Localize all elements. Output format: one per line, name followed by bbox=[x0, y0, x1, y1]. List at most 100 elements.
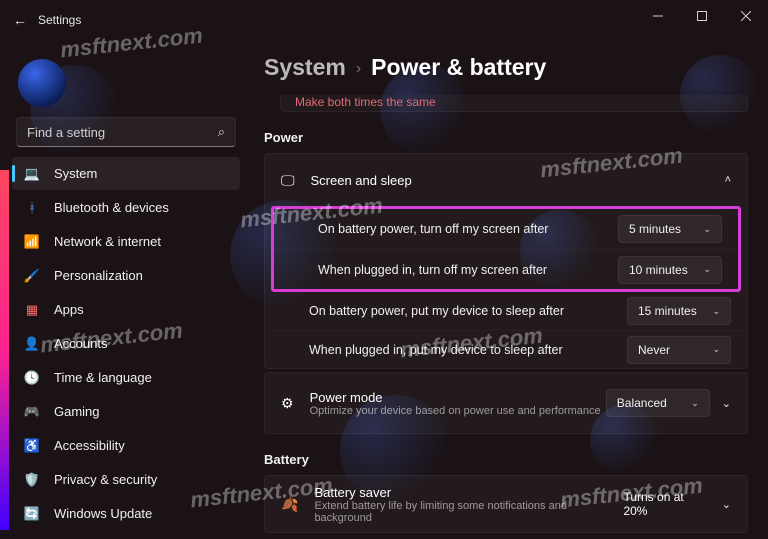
apps-icon: ▦ bbox=[24, 302, 40, 318]
avatar bbox=[18, 59, 66, 107]
chevron-down-icon: ⌄ bbox=[712, 306, 720, 317]
dropdown-value: 5 minutes bbox=[629, 222, 681, 236]
setting-label: On battery power, put my device to sleep… bbox=[309, 304, 564, 318]
battery-saver-value: Turns on at 20% bbox=[623, 490, 709, 518]
page-title: Power & battery bbox=[371, 54, 546, 81]
setting-row: On battery power, put my device to sleep… bbox=[265, 292, 747, 330]
breadcrumb-parent[interactable]: System bbox=[264, 54, 346, 81]
sidebar-item-label: Accounts bbox=[54, 336, 107, 351]
sidebar-item-accounts[interactable]: 👤 Accounts bbox=[12, 327, 240, 360]
a11y-icon: ♿ bbox=[24, 438, 40, 454]
sidebar-item-label: Personalization bbox=[54, 268, 143, 283]
breadcrumb: System › Power & battery bbox=[258, 44, 754, 95]
sidebar-item-label: System bbox=[54, 166, 97, 181]
app-title: Settings bbox=[38, 13, 81, 27]
titlebar: ← Settings bbox=[0, 0, 768, 40]
setting-label: When plugged in, put my device to sleep … bbox=[309, 343, 563, 357]
sidebar-item-label: Privacy & security bbox=[54, 472, 157, 487]
power-mode-icon: ⚙ bbox=[281, 395, 294, 412]
dropdown-value: 10 minutes bbox=[629, 263, 688, 277]
sidebar-item-label: Gaming bbox=[54, 404, 100, 419]
maximize-button[interactable] bbox=[680, 0, 724, 32]
left-column: ⌕ 💻 System ᚼ Bluetooth & devices 📶 Network & … bbox=[10, 55, 242, 531]
section-battery-label: Battery bbox=[264, 452, 754, 467]
battery-saver-header[interactable]: 🍂 Battery saver Extend battery life by l… bbox=[265, 476, 747, 532]
screen-and-sleep-card: 🖵 Screen and sleep ˄ On battery power, t… bbox=[264, 153, 748, 369]
gaming-icon: 🎮 bbox=[24, 404, 40, 420]
chevron-down-icon: ⌄ bbox=[712, 344, 720, 355]
dropdown[interactable]: 10 minutes ⌄ bbox=[618, 256, 722, 284]
chevron-right-icon: › bbox=[356, 60, 361, 78]
search-input[interactable] bbox=[27, 125, 197, 140]
chevron-down-icon: ⌄ bbox=[691, 398, 699, 409]
setting-row: When plugged in, put my device to sleep … bbox=[265, 330, 747, 368]
dropdown[interactable]: 5 minutes ⌄ bbox=[618, 215, 722, 243]
sidebar-item-label: Network & internet bbox=[54, 234, 161, 249]
sidebar-item-label: Accessibility bbox=[54, 438, 125, 453]
time-icon: 🕓 bbox=[24, 370, 40, 386]
bluetooth-icon: ᚼ bbox=[24, 200, 40, 216]
screen-icon: 🖵 bbox=[281, 172, 295, 189]
network-icon: 📶 bbox=[24, 234, 40, 250]
dropdown[interactable]: 15 minutes ⌄ bbox=[627, 297, 731, 325]
maximize-icon bbox=[697, 11, 707, 21]
main-content: System › Power & battery Make both times… bbox=[258, 44, 754, 539]
sidebar-item-time[interactable]: 🕓 Time & language bbox=[12, 361, 240, 394]
sidebar-item-a11y[interactable]: ♿ Accessibility bbox=[12, 429, 240, 462]
dropdown-value: 15 minutes bbox=[638, 304, 697, 318]
power-mode-card: ⚙ Power mode Optimize your device based … bbox=[264, 372, 748, 434]
sidebar-item-network[interactable]: 📶 Network & internet bbox=[12, 225, 240, 258]
card-title: Battery saver bbox=[314, 485, 623, 500]
close-button[interactable] bbox=[724, 0, 768, 32]
sidebar-item-privacy[interactable]: 🛡️ Privacy & security bbox=[12, 463, 240, 496]
battery-saver-card: 🍂 Battery saver Extend battery life by l… bbox=[264, 475, 748, 533]
sidebar-item-system[interactable]: 💻 System bbox=[12, 157, 240, 190]
search-box[interactable]: ⌕ bbox=[16, 117, 236, 147]
personalize-icon: 🖌️ bbox=[24, 268, 40, 284]
battery-saver-icon: 🍂 bbox=[281, 496, 298, 513]
close-icon bbox=[741, 11, 751, 21]
wallpaper-edge bbox=[0, 170, 9, 530]
card-subtitle: Optimize your device based on power use … bbox=[310, 405, 601, 417]
sidebar-item-update[interactable]: 🔄 Windows Update bbox=[12, 497, 240, 530]
highlighted-rows: On battery power, turn off my screen aft… bbox=[271, 206, 741, 292]
sidebar-item-label: Time & language bbox=[54, 370, 152, 385]
dropdown-value: Balanced bbox=[617, 396, 667, 410]
sidebar-item-label: Bluetooth & devices bbox=[54, 200, 169, 215]
chevron-down-icon: ⌄ bbox=[722, 397, 731, 410]
chevron-down-icon: ⌄ bbox=[703, 224, 711, 235]
sidebar-item-label: Apps bbox=[54, 302, 84, 317]
card-title: Power mode bbox=[310, 390, 601, 405]
link-text: Make both times the same bbox=[295, 95, 436, 109]
window-controls bbox=[636, 0, 768, 32]
setting-label: On battery power, turn off my screen aft… bbox=[318, 222, 548, 236]
chevron-down-icon: ⌄ bbox=[703, 264, 711, 275]
sidebar-item-bluetooth[interactable]: ᚼ Bluetooth & devices bbox=[12, 191, 240, 224]
section-power-label: Power bbox=[264, 130, 754, 145]
screen-and-sleep-header[interactable]: 🖵 Screen and sleep ˄ bbox=[265, 154, 747, 206]
minimize-button[interactable] bbox=[636, 0, 680, 32]
minimize-icon bbox=[653, 11, 663, 21]
chevron-down-icon: ⌄ bbox=[722, 498, 731, 511]
update-icon: 🔄 bbox=[24, 506, 40, 522]
setting-label: When plugged in, turn off my screen afte… bbox=[318, 263, 547, 277]
account-block[interactable] bbox=[10, 55, 242, 111]
privacy-icon: 🛡️ bbox=[24, 472, 40, 488]
sidebar-item-label: Windows Update bbox=[54, 506, 152, 521]
chevron-up-icon: ˄ bbox=[725, 174, 731, 186]
sidebar-item-apps[interactable]: ▦ Apps bbox=[12, 293, 240, 326]
dropdown-value: Never bbox=[638, 343, 670, 357]
card-subtitle: Extend battery life by limiting some not… bbox=[314, 500, 623, 524]
sidebar-item-gaming[interactable]: 🎮 Gaming bbox=[12, 395, 240, 428]
dropdown[interactable]: Never ⌄ bbox=[627, 336, 731, 364]
dropdown[interactable]: Balanced ⌄ bbox=[606, 389, 710, 417]
card-title: Screen and sleep bbox=[311, 173, 412, 188]
accounts-icon: 👤 bbox=[24, 336, 40, 352]
link-card-remnant[interactable]: Make both times the same bbox=[280, 95, 748, 112]
power-mode-header[interactable]: ⚙ Power mode Optimize your device based … bbox=[265, 373, 747, 433]
sidebar-item-personalize[interactable]: 🖌️ Personalization bbox=[12, 259, 240, 292]
search-icon: ⌕ bbox=[218, 124, 225, 140]
setting-row: When plugged in, turn off my screen afte… bbox=[274, 249, 738, 289]
back-button[interactable]: ← bbox=[8, 12, 32, 28]
system-icon: 💻 bbox=[24, 166, 40, 182]
